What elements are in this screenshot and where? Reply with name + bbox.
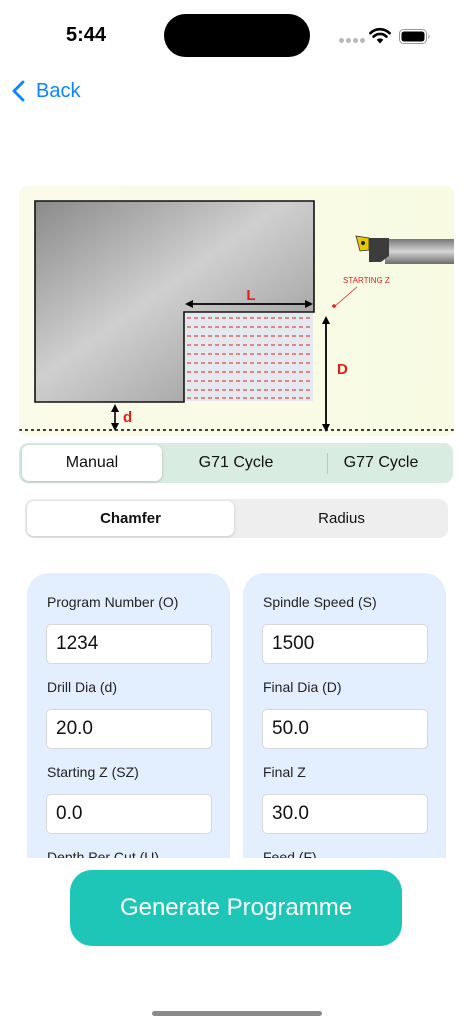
spindle-speed-input[interactable] (262, 624, 428, 664)
drill-dia-label: Drill Dia (d) (47, 679, 117, 695)
length-label: L (246, 287, 255, 304)
generate-programme-button[interactable]: Generate Programme (70, 870, 402, 946)
spindle-speed-label: Spindle Speed (S) (263, 594, 377, 610)
final-depth-label: D (337, 361, 348, 378)
machining-diagram: L D d STARTING Z (19, 186, 454, 436)
drill-dia-label: d (123, 409, 132, 426)
tab-chamfer[interactable]: Chamfer (27, 501, 234, 536)
tab-g77-cycle[interactable]: G77 Cycle (311, 445, 451, 481)
cellular-signal-icon (339, 38, 365, 44)
drill-dia-input[interactable] (46, 709, 212, 749)
feed-label: Feed (F) (263, 849, 317, 858)
depth-per-cut-label: Depth Per Cut (U) (47, 849, 160, 858)
final-z-label: Final Z (263, 764, 306, 780)
starting-z-label: STARTING Z (343, 276, 390, 285)
back-label: Back (36, 79, 81, 102)
starting-z-input[interactable] (46, 794, 212, 834)
boring-tool-icon (355, 235, 454, 264)
status-time: 5:44 (66, 24, 107, 46)
mode-segmented-control: Manual G71 Cycle G77 Cycle (19, 443, 453, 483)
final-z-input[interactable] (262, 794, 428, 834)
program-number-label: Program Number (O) (47, 594, 179, 610)
tab-radius[interactable]: Radius (237, 501, 446, 536)
back-button[interactable]: Back (10, 76, 80, 106)
final-dia-label: Final Dia (D) (263, 679, 342, 695)
tab-manual[interactable]: Manual (22, 445, 162, 481)
form-panel-right: Spindle Speed (S) Final Dia (D) Final Z … (243, 573, 446, 858)
chevron-left-icon (12, 80, 25, 102)
final-dia-input[interactable] (262, 709, 428, 749)
program-number-input[interactable] (46, 624, 212, 664)
form-panel-left: Program Number (O) Drill Dia (d) Startin… (27, 573, 230, 858)
tab-g71-cycle[interactable]: G71 Cycle (165, 445, 307, 481)
status-bar: 5:44 (0, 0, 473, 60)
home-indicator[interactable] (152, 1011, 322, 1016)
shape-segmented-control: Chamfer Radius (25, 499, 448, 538)
starting-z-label: Starting Z (SZ) (47, 764, 139, 780)
dynamic-island (164, 14, 310, 57)
battery-icon (399, 29, 430, 44)
wifi-icon (369, 28, 391, 44)
